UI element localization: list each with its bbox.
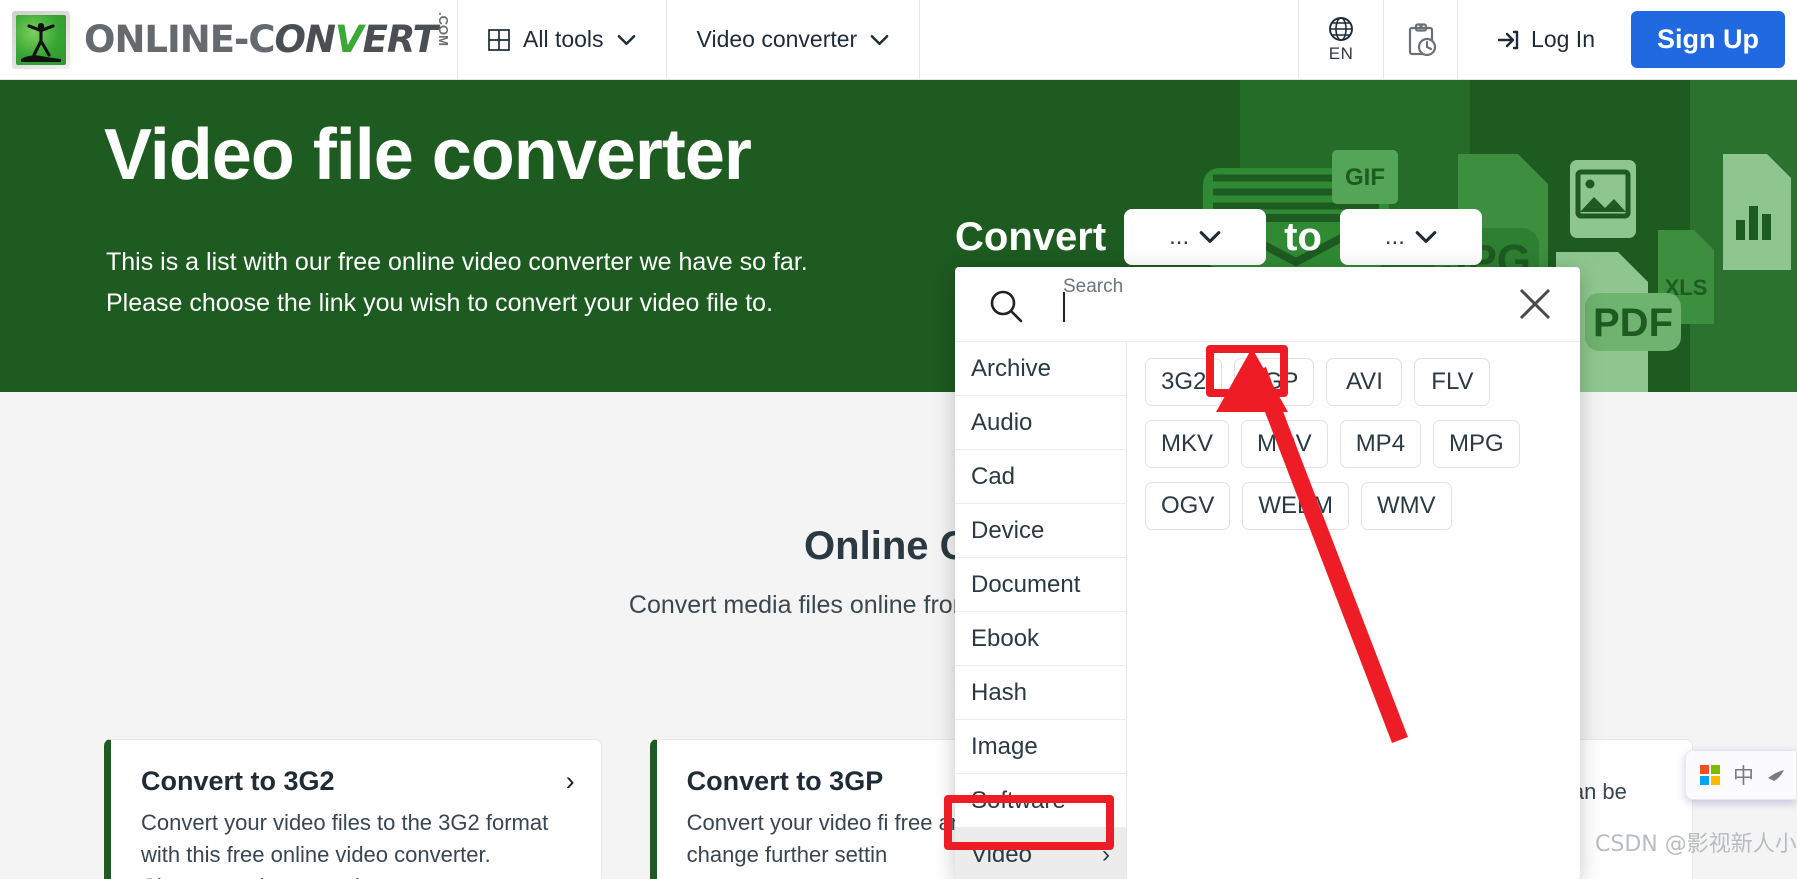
convert-label: Convert xyxy=(955,214,1107,259)
grid-icon xyxy=(488,28,510,51)
category-item-audio[interactable]: Audio xyxy=(955,396,1126,450)
close-icon[interactable] xyxy=(1516,285,1554,323)
sign-in-icon xyxy=(1498,30,1519,49)
format-chip-wmv[interactable]: WMV xyxy=(1361,482,1452,530)
category-item-ebook[interactable]: Ebook xyxy=(955,612,1126,666)
ime-toolbar[interactable]: 中 xyxy=(1685,750,1797,800)
nav-item-all-tools[interactable]: All tools xyxy=(458,0,667,79)
page-title: Video file converter xyxy=(104,115,752,195)
nav-item-video-converter[interactable]: Video converter xyxy=(667,0,921,79)
chevron-down-icon xyxy=(1415,231,1437,243)
panel-body: Archive Audio Cad Device Document Ebook xyxy=(955,342,1580,879)
category-item-archive[interactable]: Archive xyxy=(955,342,1126,396)
search-icon xyxy=(990,290,1023,323)
runner-figure-icon xyxy=(21,22,61,62)
category-label: Software xyxy=(971,786,1066,814)
format-chip-grid: 3G2 3GP AVI FLV MKV MOV MP4 MPG OGV WEBM… xyxy=(1127,342,1580,879)
login-button[interactable]: Log In xyxy=(1498,26,1595,53)
signup-button[interactable]: Sign Up xyxy=(1631,11,1785,68)
category-label: Video xyxy=(971,840,1032,868)
watermark: CSDN @影视新人小王 xyxy=(1595,832,1797,857)
language-label: EN xyxy=(1328,44,1354,63)
search-input[interactable] xyxy=(1063,292,1065,322)
history-button[interactable] xyxy=(1384,0,1459,79)
chart-file-icon xyxy=(1723,154,1791,270)
nav-item-video-converter-label: Video converter xyxy=(696,26,858,52)
svg-text:GIF: GIF xyxy=(1345,164,1385,191)
convert-widget: Convert ... to ... xyxy=(955,209,1482,265)
windows-logo-icon xyxy=(1700,765,1720,785)
format-chip-mkv[interactable]: MKV xyxy=(1145,420,1230,468)
logo-text-part2: ON xyxy=(274,18,336,61)
gif-file-icon: GIF xyxy=(1332,150,1398,204)
category-item-image[interactable]: Image xyxy=(955,720,1126,774)
category-label: Audio xyxy=(971,408,1033,436)
category-item-cad[interactable]: Cad xyxy=(955,450,1126,504)
format-chip-3gp[interactable]: 3GP xyxy=(1234,358,1315,406)
category-label: Hash xyxy=(971,678,1028,706)
globe-icon xyxy=(1329,17,1353,41)
logo-text-part3: V xyxy=(334,18,364,61)
category-item-hash[interactable]: Hash xyxy=(955,666,1126,720)
chevron-down-icon xyxy=(1199,231,1221,243)
format-chip-webm[interactable]: WEBM xyxy=(1242,482,1350,530)
format-chip-flv[interactable]: FLV xyxy=(1414,358,1491,406)
format-chip-mp4[interactable]: MP4 xyxy=(1339,420,1422,468)
auth-area: Log In Sign Up xyxy=(1458,0,1797,79)
target-format-select[interactable]: ... xyxy=(1339,209,1482,265)
language-switcher[interactable]: EN xyxy=(1299,0,1385,79)
category-list: Archive Audio Cad Device Document Ebook xyxy=(955,342,1127,879)
logo-text-part4: ERT xyxy=(362,18,438,61)
category-item-software[interactable]: Software xyxy=(955,774,1126,828)
format-chip-3g2[interactable]: 3G2 xyxy=(1145,358,1223,406)
search-label: Search xyxy=(1063,276,1124,297)
ime-mode-label[interactable]: 中 xyxy=(1733,760,1754,790)
image-file-icon xyxy=(1570,160,1636,238)
to-label: to xyxy=(1284,214,1322,259)
logo-wordmark: ONLINE-CONVERT.COM xyxy=(84,12,451,61)
logo-mark xyxy=(12,10,70,69)
format-chip-mov[interactable]: MOV xyxy=(1241,420,1328,468)
category-item-document[interactable]: Document xyxy=(955,558,1126,612)
category-label: Archive xyxy=(971,354,1052,382)
category-label: Ebook xyxy=(971,624,1040,652)
hero-paragraph-line2: Please choose the link you wish to conve… xyxy=(106,288,774,317)
target-format-value: ... xyxy=(1384,223,1405,250)
chevron-down-icon xyxy=(870,34,889,45)
category-item-video[interactable]: Video › xyxy=(955,828,1126,879)
panel-search-row: Search xyxy=(955,267,1580,342)
logo[interactable]: ONLINE-CONVERT.COM xyxy=(0,0,458,79)
svg-text:PDF: PDF xyxy=(1593,301,1673,345)
category-label: Cad xyxy=(971,462,1016,490)
chevron-down-icon xyxy=(617,34,635,45)
source-format-select[interactable]: ... xyxy=(1124,209,1267,265)
clipboard-clock-icon xyxy=(1408,22,1436,56)
card-title: Convert to 3G2 xyxy=(141,766,335,796)
login-label: Log In xyxy=(1531,26,1595,52)
chevron-right-icon: › xyxy=(1102,840,1110,868)
format-chip-avi[interactable]: AVI xyxy=(1326,358,1403,406)
hero-paragraph: This is a list with our free online vide… xyxy=(106,242,808,323)
card-text: Convert your video files to the 3G2 form… xyxy=(141,810,549,879)
category-label: Image xyxy=(971,732,1038,760)
source-format-value: ... xyxy=(1169,223,1190,250)
format-picker-panel: Search Archive Audio Cad Device Document… xyxy=(955,267,1580,879)
card-convert-to-3g2[interactable]: › Convert to 3G2 Convert your video file… xyxy=(104,739,602,879)
format-chip-ogv[interactable]: OGV xyxy=(1145,482,1231,530)
header-spacer xyxy=(920,0,1300,79)
hero-paragraph-line1: This is a list with our free online vide… xyxy=(106,248,808,276)
format-chip-mpg[interactable]: MPG xyxy=(1433,420,1520,468)
chevron-right-icon: › xyxy=(565,766,575,796)
nav-item-all-tools-label: All tools xyxy=(523,26,604,52)
logo-text-suffix: .COM xyxy=(435,12,451,46)
category-label: Device xyxy=(971,516,1045,544)
site-header: ONLINE-CONVERT.COM All tools Video conve… xyxy=(0,0,1797,80)
category-label: Document xyxy=(971,570,1081,598)
ime-pen-icon[interactable] xyxy=(1767,768,1785,782)
category-item-device[interactable]: Device xyxy=(955,504,1126,558)
logo-text-part1: ONLINE-C xyxy=(84,18,276,61)
